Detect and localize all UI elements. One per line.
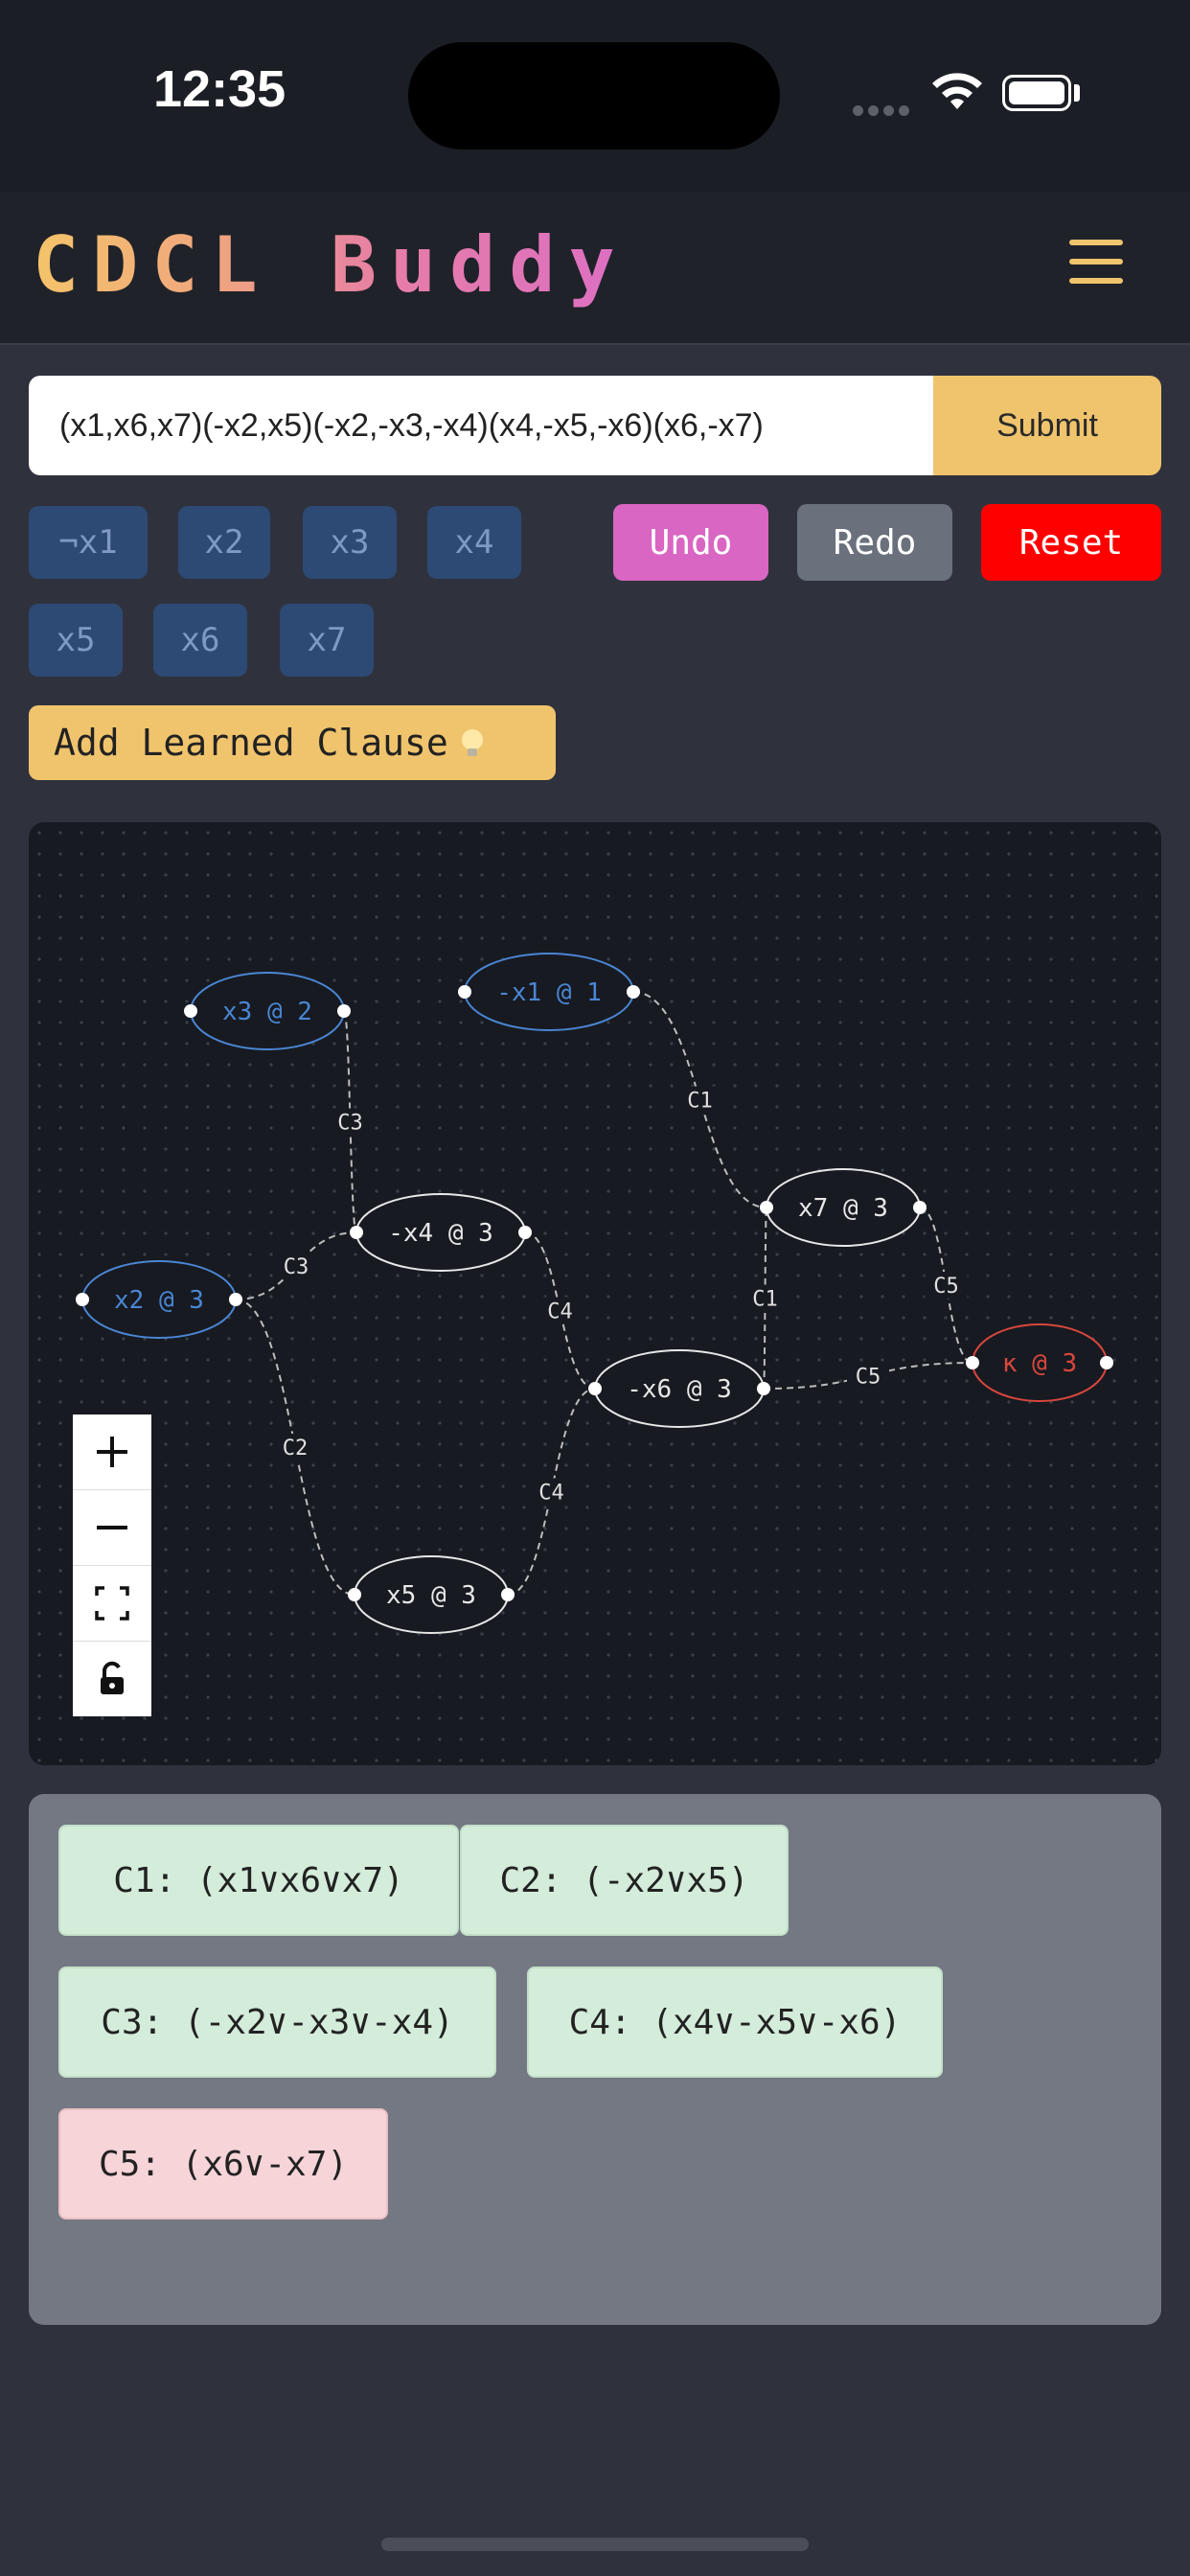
hamburger-menu-icon[interactable] [1069, 240, 1131, 289]
variable-button-x5[interactable]: x5 [29, 604, 123, 677]
node-handle[interactable] [966, 1356, 979, 1369]
graph-node-label: κ @ 3 [1002, 1349, 1077, 1378]
formula-form: Submit [29, 376, 1161, 475]
add-learned-clause-button[interactable]: Add Learned Clause [29, 705, 556, 780]
undo-button[interactable]: Undo [613, 504, 768, 581]
variable-button-x3[interactable]: x3 [303, 506, 397, 579]
node-handle[interactable] [757, 1382, 770, 1395]
graph-edge-label: C3 [337, 1112, 363, 1136]
graph-edge-label: C5 [933, 1275, 959, 1299]
graph-edge-label: C3 [284, 1255, 309, 1279]
graph-node-label: -x6 @ 3 [627, 1375, 732, 1404]
graph-node-nx4[interactable]: -x4 @ 3 [350, 1193, 532, 1272]
submit-button[interactable]: Submit [933, 376, 1161, 475]
variable-button-x2[interactable]: x2 [178, 506, 270, 579]
graph-node-kappa[interactable]: κ @ 3 [966, 1323, 1113, 1402]
formula-input[interactable] [29, 376, 933, 475]
graph-edge-label: C1 [752, 1288, 778, 1312]
app-title: CDCL Buddy [33, 220, 629, 310]
status-bar: 12:35 [0, 0, 1190, 192]
node-handle[interactable] [350, 1226, 363, 1239]
node-handle[interactable] [184, 1004, 197, 1018]
implication-graph-svg: C3 C3 C1 C4 C2 C4 C1 C5 C5 x3 @ 2 -x1 @ 1 -x4 @ 3 x7… [76, 953, 1113, 1634]
graph-node-nx6[interactable]: -x6 @ 3 [588, 1349, 770, 1428]
clause-card-c5: C5: (x6∨-x7) [58, 2108, 388, 2220]
graph-node-label: x7 @ 3 [798, 1194, 888, 1223]
redo-button[interactable]: Redo [797, 504, 952, 581]
node-handle[interactable] [229, 1293, 242, 1306]
node-handle[interactable] [627, 985, 640, 999]
node-handle[interactable] [1100, 1356, 1113, 1369]
graph-edge-label: C4 [547, 1300, 573, 1324]
home-indicator [381, 2538, 809, 2551]
node-handle[interactable] [337, 1004, 351, 1018]
node-handle[interactable] [76, 1293, 89, 1306]
graph-node-label: x2 @ 3 [114, 1286, 204, 1315]
zoom-out-icon[interactable] [73, 1490, 151, 1566]
dynamic-island [408, 42, 780, 150]
graph-edge-label: C2 [283, 1437, 309, 1460]
reset-button[interactable]: Reset [981, 504, 1161, 581]
graph-edge-label: C4 [538, 1482, 564, 1506]
node-handle[interactable] [760, 1201, 773, 1214]
clause-panel: C1: (x1∨x6∨x7) C2: (-x2∨x5) C3: (-x2∨-x3… [29, 1794, 1161, 2325]
node-handle[interactable] [518, 1226, 532, 1239]
wifi-icon [932, 73, 982, 109]
unlock-icon[interactable] [73, 1642, 151, 1716]
graph-node-x5[interactable]: x5 @ 3 [348, 1555, 515, 1634]
app-header: CDCL Buddy [0, 192, 1190, 345]
variable-button-x1[interactable]: ¬x1 [29, 506, 148, 579]
graph-edge-label: C1 [687, 1090, 713, 1114]
graph-node-label: -x4 @ 3 [388, 1219, 493, 1248]
node-handle[interactable] [913, 1201, 927, 1214]
add-learned-clause-label: Add Learned Clause [54, 722, 448, 764]
node-handle[interactable] [501, 1588, 515, 1601]
battery-tip [1074, 84, 1080, 102]
variable-button-x6[interactable]: x6 [153, 604, 247, 677]
node-handle[interactable] [458, 985, 471, 999]
node-handle[interactable] [588, 1382, 602, 1395]
graph-node-x2[interactable]: x2 @ 3 [76, 1260, 242, 1339]
graph-node-x3[interactable]: x3 @ 2 [184, 972, 351, 1050]
clause-card-c4: C4: (x4∨-x5∨-x6) [527, 1966, 943, 2078]
fit-view-icon[interactable] [73, 1566, 151, 1642]
lightbulb-icon [461, 729, 483, 756]
graph-zoom-controls [73, 1414, 151, 1716]
cellular-signal-icon [853, 102, 914, 120]
variable-button-x7[interactable]: x7 [280, 604, 374, 677]
zoom-in-icon[interactable] [73, 1414, 151, 1490]
implication-graph[interactable]: C3 C3 C1 C4 C2 C4 C1 C5 C5 x3 @ 2 -x1 @ 1 -x4 @ 3 x7… [29, 822, 1161, 1765]
graph-node-x7[interactable]: x7 @ 3 [760, 1168, 927, 1247]
clause-card-c1: C1: (x1∨x6∨x7) [58, 1825, 459, 1936]
graph-node-label: x3 @ 2 [222, 998, 312, 1026]
graph-node-label: -x1 @ 1 [496, 978, 602, 1007]
clause-card-c2: C2: (-x2∨x5) [460, 1825, 789, 1936]
variable-button-x4[interactable]: x4 [427, 506, 521, 579]
node-handle[interactable] [348, 1588, 361, 1601]
graph-edge-label: C5 [856, 1366, 881, 1390]
graph-node-label: x5 @ 3 [386, 1581, 476, 1610]
graph-node-nx1[interactable]: -x1 @ 1 [458, 953, 640, 1031]
clause-card-c3: C3: (-x2∨-x3∨-x4) [58, 1966, 496, 2078]
battery-icon [1002, 75, 1071, 111]
clock: 12:35 [153, 60, 286, 118]
